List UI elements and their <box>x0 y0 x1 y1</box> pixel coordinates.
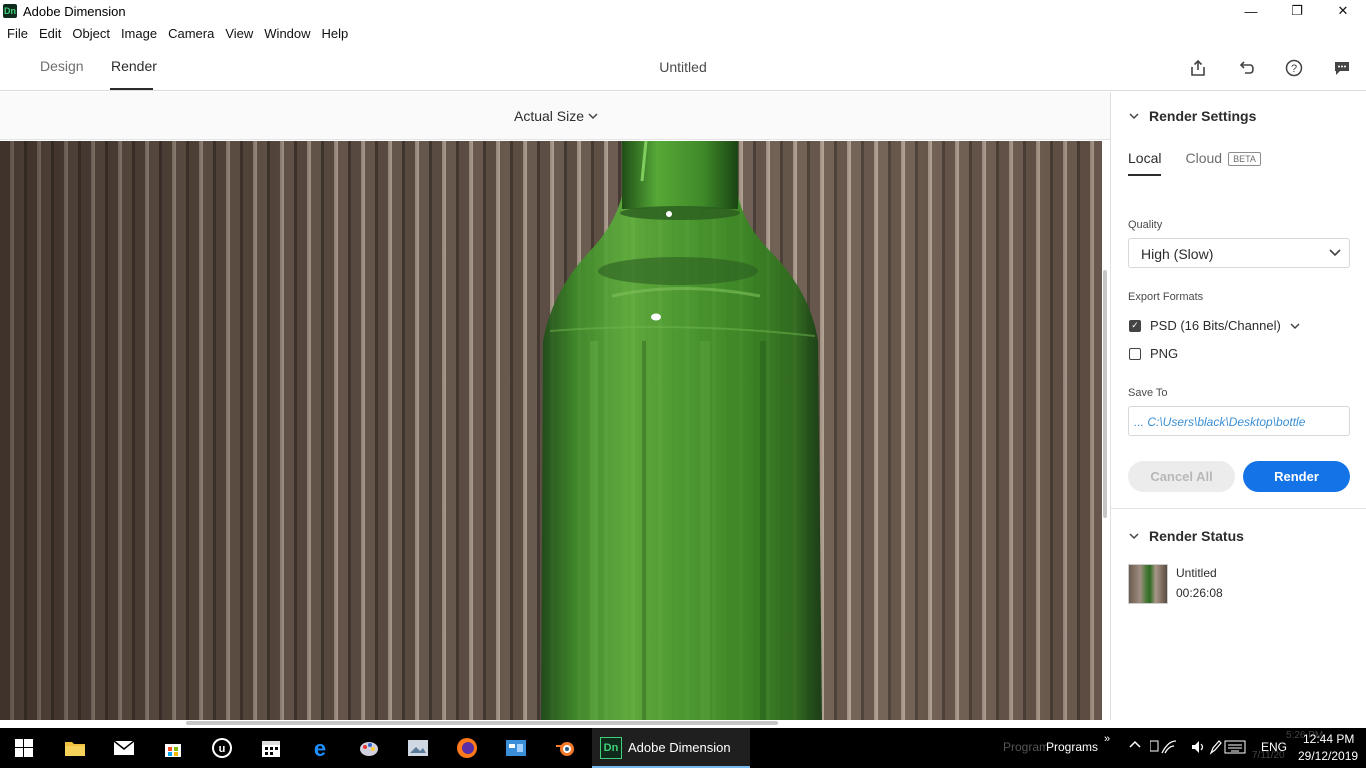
render-thumbnail[interactable] <box>1128 564 1168 604</box>
taskbar-app-label[interactable]: Adobe Dimension <box>628 740 731 755</box>
programs-chevron-icon[interactable]: » <box>1104 733 1110 745</box>
svg-text:e: e <box>314 737 326 759</box>
taskbar: u e Dn Adobe Dimension Program Programs … <box>0 728 1366 768</box>
png-checkbox[interactable] <box>1129 347 1141 360</box>
edge-icon[interactable]: e <box>308 736 332 760</box>
store-icon[interactable] <box>161 736 185 760</box>
tray-overflow-icon[interactable] <box>1129 738 1141 752</box>
render-item-name: Untitled <box>1176 566 1217 580</box>
paint-icon[interactable] <box>357 736 381 760</box>
horizontal-scrollbar[interactable] <box>186 721 778 725</box>
chevron-down-icon[interactable] <box>1290 322 1300 330</box>
close-button[interactable]: ✕ <box>1320 0 1366 22</box>
clock-time[interactable]: 12:44 PM <box>1303 732 1354 746</box>
menu-view[interactable]: View <box>221 26 257 41</box>
render-settings-header[interactable]: Render Settings <box>1129 108 1256 124</box>
menu-window[interactable]: Window <box>260 26 314 41</box>
beta-badge: BETA <box>1228 152 1261 166</box>
quality-value: High (Slow) <box>1141 246 1214 262</box>
tab-local[interactable]: Local <box>1128 150 1162 176</box>
render-item-time: 00:26:08 <box>1176 586 1223 600</box>
export-formats-label: Export Formats <box>1128 291 1204 303</box>
save-path-field[interactable]: ... C:\Users\black\Desktop\bottle <box>1128 406 1350 436</box>
chevron-down-icon <box>1129 113 1139 120</box>
unreal-engine-icon[interactable]: u <box>210 736 234 760</box>
windows-start-icon[interactable] <box>12 736 36 760</box>
render-settings-panel: Render Settings Local Cloud BETA Quality… <box>1111 92 1366 720</box>
active-tab-indicator <box>110 88 153 90</box>
menu-file[interactable]: File <box>3 26 32 41</box>
render-location-tabs: Local Cloud BETA <box>1128 150 1261 176</box>
clock-date[interactable]: 29/12/2019 <box>1298 749 1358 763</box>
render-status-title: Render Status <box>1149 528 1244 544</box>
minimize-button[interactable]: — <box>1228 0 1274 22</box>
menu-camera[interactable]: Camera <box>164 26 218 41</box>
window-title: Adobe Dimension <box>23 3 126 19</box>
programs-ghost-label: Program <box>1003 740 1050 754</box>
zoom-label: Actual Size <box>514 108 585 124</box>
dimension-logo-icon: Dn <box>3 4 17 18</box>
format-psd-row[interactable]: ✓ PSD (16 Bits/Channel) <box>1129 318 1300 333</box>
render-viewport[interactable] <box>0 141 1102 720</box>
mail-icon[interactable] <box>112 736 136 760</box>
clock-ghost-date: 7/11/20 <box>1252 750 1285 761</box>
document-title: Untitled <box>659 59 707 75</box>
format-png-row[interactable]: PNG <box>1129 346 1178 361</box>
chevron-down-icon <box>1129 533 1139 540</box>
help-icon[interactable]: ? <box>1282 56 1306 80</box>
cancel-all-button[interactable]: Cancel All <box>1128 461 1235 492</box>
tab-cloud-label: Cloud <box>1185 150 1223 166</box>
svg-text:u: u <box>219 743 226 755</box>
quality-label: Quality <box>1128 219 1163 231</box>
pen-icon[interactable] <box>1208 739 1222 758</box>
zoom-dropdown[interactable]: Actual Size <box>514 108 598 124</box>
menu-help[interactable]: Help <box>318 26 353 41</box>
control-panel-icon[interactable] <box>504 736 528 760</box>
network-icon[interactable] <box>1149 739 1178 758</box>
mode-bar: Design Render Untitled ? <box>0 44 1366 91</box>
keyboard-icon[interactable] <box>1224 740 1246 757</box>
menu-edit[interactable]: Edit <box>35 26 65 41</box>
save-to-label: Save To <box>1128 387 1168 399</box>
firefox-icon[interactable] <box>455 736 479 760</box>
chevron-down-icon <box>1329 249 1341 257</box>
undo-icon[interactable] <box>1234 56 1258 80</box>
dimension-taskbar-icon[interactable]: Dn <box>600 737 622 759</box>
canvas-header: Actual Size <box>0 92 1110 140</box>
share-icon[interactable] <box>1186 56 1210 80</box>
psd-label: PSD (16 Bits/Channel) <box>1150 318 1281 333</box>
psd-checkbox[interactable]: ✓ <box>1129 319 1141 332</box>
photos-icon[interactable] <box>406 736 430 760</box>
vertical-scrollbar[interactable] <box>1103 270 1107 518</box>
bottle-render-image <box>541 141 822 720</box>
render-settings-title: Render Settings <box>1149 108 1257 124</box>
window-controls: — ❐ ✕ <box>1228 0 1366 22</box>
menu-object[interactable]: Object <box>68 26 114 41</box>
svg-text:?: ? <box>1291 63 1297 75</box>
file-explorer-icon[interactable] <box>63 736 87 760</box>
render-button[interactable]: Render <box>1243 461 1350 492</box>
maximize-button[interactable]: ❐ <box>1274 0 1320 22</box>
section-divider <box>1111 508 1366 509</box>
blender-icon[interactable] <box>553 736 577 760</box>
calendar-icon[interactable] <box>259 736 283 760</box>
quality-select[interactable]: High (Slow) <box>1128 238 1350 268</box>
tab-cloud[interactable]: Cloud BETA <box>1185 150 1261 176</box>
programs-toolbar[interactable]: Programs <box>1046 740 1098 754</box>
title-bar: Dn Adobe Dimension — ❐ ✕ <box>0 0 1366 22</box>
menu-bar: File Edit Object Image Camera View Windo… <box>0 22 352 44</box>
volume-icon[interactable] <box>1190 739 1206 758</box>
menu-image[interactable]: Image <box>117 26 161 41</box>
png-label: PNG <box>1150 346 1179 361</box>
chevron-down-icon <box>588 113 598 120</box>
render-status-header[interactable]: Render Status <box>1129 528 1244 544</box>
feedback-icon[interactable] <box>1330 56 1354 80</box>
